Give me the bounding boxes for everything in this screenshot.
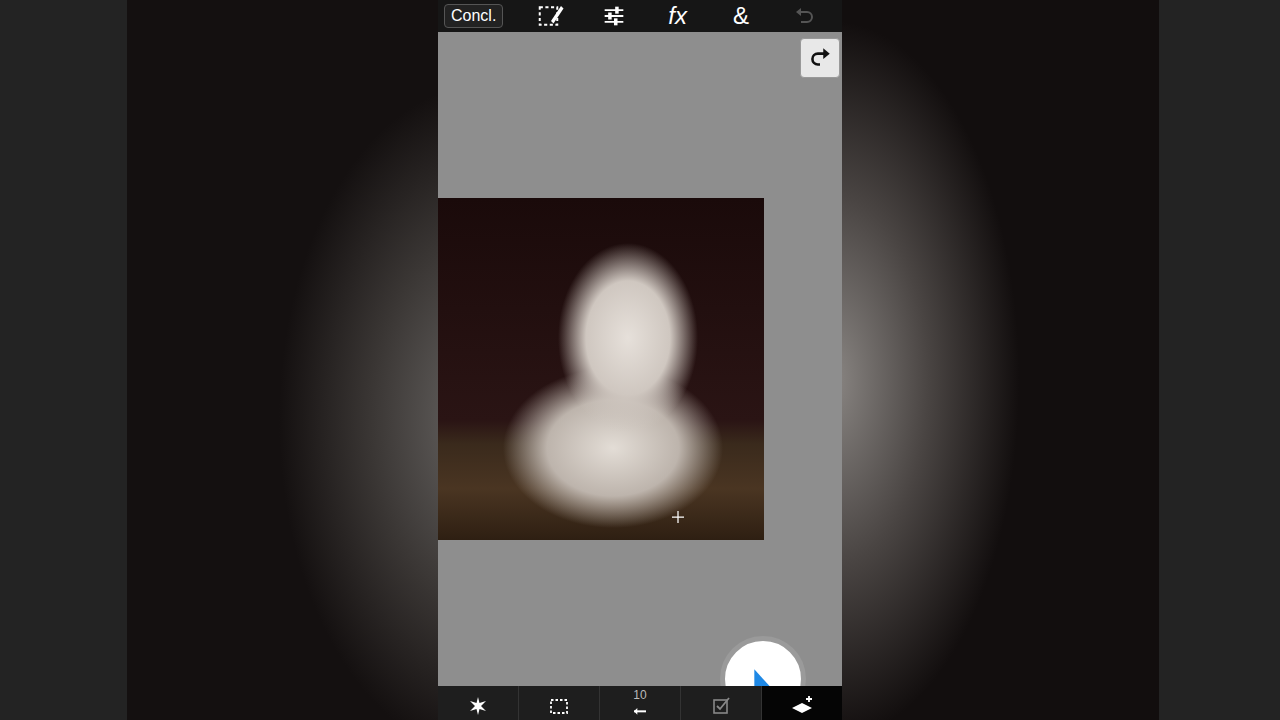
phone-screen: Concl. fx& 10 [438,0,842,720]
undo-button[interactable] [773,4,836,28]
blurred-background [127,0,438,720]
tool-button[interactable]: 10 [599,686,680,720]
marquee-icon [547,694,571,718]
brush-icon [628,702,652,718]
tool-button[interactable] [761,686,842,720]
fx-button[interactable]: fx [646,2,709,30]
undo-icon [792,4,816,28]
kitten-photo[interactable] [438,198,764,540]
crosshair-icon [672,511,684,523]
check-icon [709,694,733,718]
top-toolbar: Concl. fx& [438,0,842,32]
blurred-background [842,0,1159,720]
canvas-area[interactable] [438,32,842,686]
done-button[interactable]: Concl. [444,4,503,28]
sliders-icon [600,2,628,30]
tool-button[interactable] [438,686,518,720]
redo-button[interactable] [800,38,840,78]
redo-icon [807,45,833,71]
tool-button[interactable] [518,686,599,720]
bottom-toolbar: 10 [438,686,842,720]
adjust-tool[interactable] [583,2,646,30]
blend-button[interactable]: & [709,2,772,30]
background-edge [1159,0,1280,720]
tool-button[interactable] [680,686,761,720]
brush-size: 10 [633,689,646,702]
addlayer-icon [790,694,814,718]
background-edge [0,0,127,720]
select-tool[interactable] [519,1,582,31]
selection-edit-icon [536,1,566,31]
magic-icon [466,694,490,718]
crosshair-icon [672,509,684,521]
